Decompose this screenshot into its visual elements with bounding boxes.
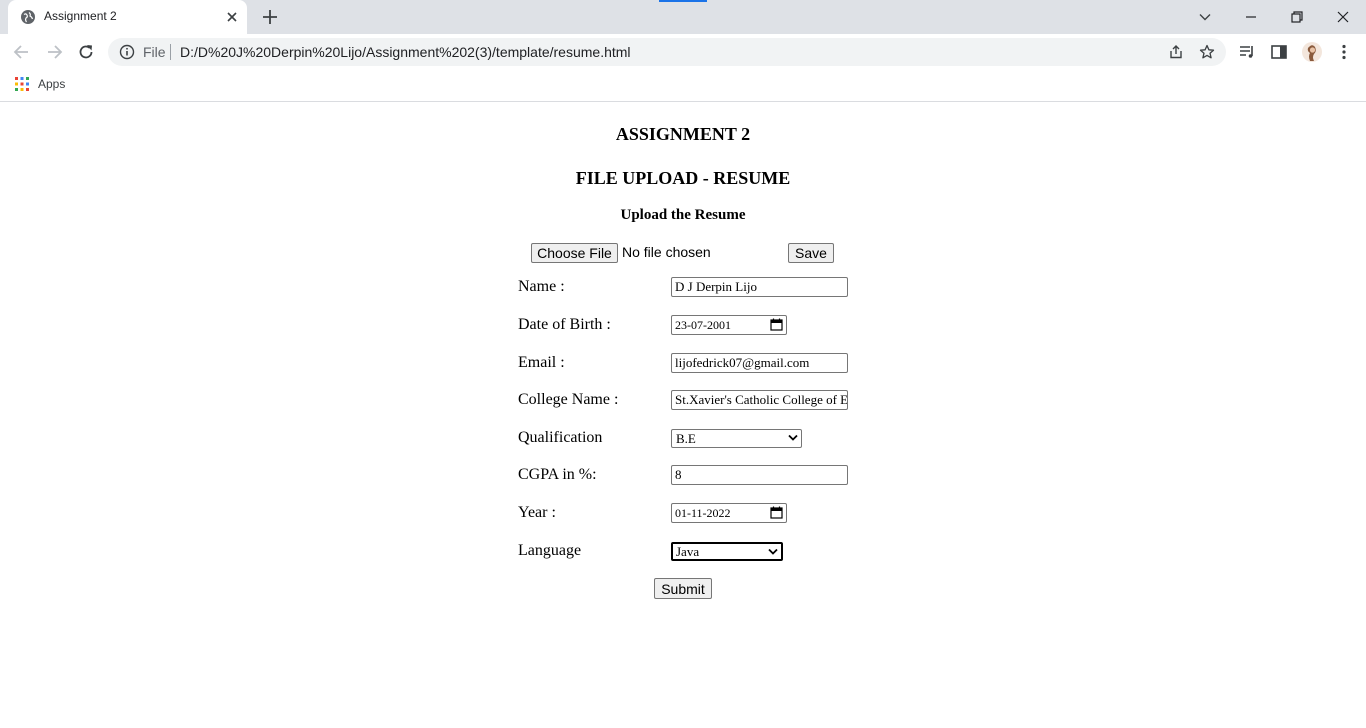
page-content: ASSIGNMENT 2 FILE UPLOAD - RESUME Upload…	[0, 103, 1366, 728]
year-date-input[interactable]: 01-11-2022	[671, 503, 787, 523]
back-arrow-icon[interactable]	[12, 42, 32, 62]
college-input-value: St.Xavier's Catholic College of Engineer…	[675, 392, 848, 407]
forward-arrow-icon[interactable]	[44, 42, 64, 62]
upload-heading: Upload the Resume	[620, 207, 746, 223]
side-panel-icon[interactable]	[1270, 43, 1288, 61]
year-input-value: 01-11-2022	[675, 506, 731, 520]
bookmark-star-icon[interactable]	[1199, 44, 1215, 60]
calendar-icon[interactable]	[770, 318, 783, 331]
chevron-down-icon	[788, 434, 798, 441]
college-input[interactable]: St.Xavier's Catholic College of Engineer…	[671, 390, 848, 410]
profile-avatar-icon[interactable]	[1302, 42, 1322, 62]
share-icon[interactable]	[1168, 44, 1184, 60]
year-label: Year :	[518, 504, 556, 521]
new-tab-icon[interactable]	[261, 8, 279, 26]
language-select[interactable]: Java	[671, 542, 783, 561]
calendar-icon[interactable]	[770, 506, 783, 519]
url-scheme-label: File	[143, 44, 166, 60]
qualification-select-value: B.E	[676, 431, 696, 446]
email-input[interactable]: lijofedrick07@gmail.com	[671, 353, 848, 373]
close-icon	[1337, 11, 1349, 23]
chevron-down-icon	[768, 548, 778, 555]
page-subtitle: FILE UPLOAD - RESUME	[575, 168, 791, 188]
page-title: ASSIGNMENT 2	[615, 124, 751, 144]
cgpa-input-value: 8	[675, 467, 682, 482]
college-label: College Name :	[518, 391, 619, 408]
reload-icon[interactable]	[76, 42, 96, 62]
info-icon[interactable]	[119, 44, 135, 60]
tab-strip: Assignment 2	[0, 0, 1366, 34]
omnibox-separator	[170, 44, 171, 60]
browser-toolbar: File D:/D%20J%20Derpin%20Lijo/Assignment…	[0, 34, 1366, 70]
tab-drag-marker	[659, 0, 707, 2]
dob-date-input[interactable]: 23-07-2001	[671, 315, 787, 335]
dob-label: Date of Birth :	[518, 316, 611, 333]
tab-title: Assignment 2	[44, 9, 117, 23]
name-input[interactable]: D J Derpin Lijo	[671, 277, 848, 297]
cgpa-input[interactable]: 8	[671, 465, 848, 485]
qualification-select[interactable]: B.E	[671, 429, 802, 448]
email-input-value: lijofedrick07@gmail.com	[675, 355, 810, 370]
url-text[interactable]: D:/D%20J%20Derpin%20Lijo/Assignment%202(…	[180, 44, 631, 60]
chevron-down-icon	[1199, 14, 1211, 21]
choose-file-button[interactable]: Choose File	[531, 243, 618, 263]
dob-input-value: 23-07-2001	[675, 318, 731, 332]
language-select-value: Java	[676, 544, 700, 559]
tab-search-button[interactable]	[1182, 0, 1228, 34]
close-tab-icon[interactable]	[224, 9, 240, 25]
name-input-value: D J Derpin Lijo	[675, 279, 757, 294]
language-label: Language	[518, 542, 582, 559]
apps-bookmark[interactable]: Apps	[38, 77, 65, 91]
more-menu-icon[interactable]	[1335, 43, 1353, 61]
minimize-button[interactable]	[1228, 0, 1274, 34]
apps-grid-icon[interactable]	[15, 77, 29, 91]
qualification-label: Qualification	[518, 429, 603, 446]
address-bar[interactable]: File D:/D%20J%20Derpin%20Lijo/Assignment…	[108, 38, 1226, 66]
restore-button[interactable]	[1274, 0, 1320, 34]
globe-icon	[21, 10, 35, 24]
name-label: Name :	[518, 278, 565, 295]
email-label: Email :	[518, 354, 565, 371]
save-button[interactable]: Save	[788, 243, 834, 263]
tab-assignment-2[interactable]: Assignment 2	[8, 0, 247, 34]
bookmarks-bar: Apps	[0, 70, 1366, 102]
reading-list-icon[interactable]	[1238, 43, 1256, 61]
submit-button[interactable]: Submit	[654, 578, 712, 599]
restore-icon	[1291, 11, 1303, 23]
close-window-button[interactable]	[1320, 0, 1366, 34]
cgpa-label: CGPA in %:	[518, 466, 597, 483]
minimize-icon	[1246, 16, 1256, 18]
file-status-text: No file chosen	[622, 244, 711, 260]
